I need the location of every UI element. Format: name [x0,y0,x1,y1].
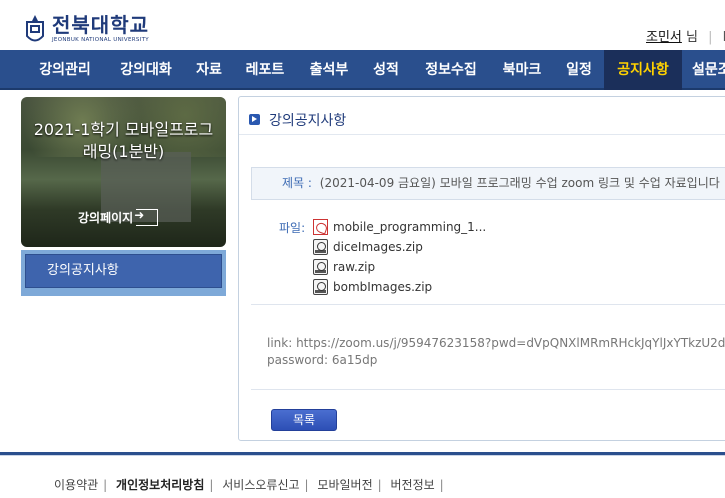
attachment-name: bombImages.zip [333,280,433,294]
footer-separator: | [103,478,108,492]
footer-link-mobile[interactable]: 모바일버전 [317,478,372,492]
zip-icon [313,259,328,275]
divider [251,389,725,390]
side-menu: 강의공지사항 [21,250,226,296]
nav-item-grades[interactable]: 성적 [360,50,412,90]
footer-link-terms[interactable]: 이용약관 [54,478,98,492]
divider [251,304,725,305]
footer-separator: | [439,478,444,492]
subject-label: 제목 : [282,176,312,190]
notice-body: link: https://zoom.us/j/95947623158?pwd=… [267,335,725,369]
attachment-item[interactable]: diceImages.zip [313,237,423,257]
footer-separator: | [209,478,214,492]
user-name-link[interactable]: 조민서 [646,30,682,45]
university-logo[interactable]: 전북대학교 JEONBUK NATIONAL UNIVERSITY [24,14,149,47]
footer-link-version[interactable]: 버전정보 [390,478,434,492]
attachment-name: raw.zip [333,260,376,274]
play-bullet-icon [249,114,260,125]
user-suffix: 님 [686,30,698,45]
footer-separator: | [377,478,382,492]
user-area: 조민서 님 | D [646,26,725,45]
subject-text: (2021-04-09 금요일) 모바일 프로그래밍 수업 zoom 링크 및 … [319,176,720,190]
panel-title: 강의공지사항 [269,113,347,129]
panel-header: 강의공지사항 [239,97,725,135]
nav-item-schedule[interactable]: 일정 [554,50,604,90]
nav-item-materials[interactable]: 자료 [186,50,232,90]
notice-panel: 강의공지사항 제목 : (2021-04-09 금요일) 모바일 프로그래밍 수… [238,96,725,441]
course-title: 2021-1학기 모바일프로그래밍(1분반) [33,120,214,161]
pdf-icon [313,219,328,235]
subject-bar: 제목 : (2021-04-09 금요일) 모바일 프로그래밍 수업 zoom … [251,167,725,200]
nav-item-reports[interactable]: 레포트 [232,50,298,90]
header: 전북대학교 JEONBUK NATIONAL UNIVERSITY 조민서 님 … [0,0,725,50]
university-emblem-icon [24,14,46,47]
zoom-link-text[interactable]: link: https://zoom.us/j/95947623158?pwd=… [267,335,725,352]
password-text: password: 6a15dp [267,353,378,367]
nav-item-attendance[interactable]: 출석부 [298,50,360,90]
attachment-item[interactable]: raw.zip [313,257,375,277]
attachment-name: mobile_programming_1... [333,220,487,234]
side-menu-item-notices[interactable]: 강의공지사항 [25,254,222,288]
files-label: 파일: [279,221,306,235]
course-page-link[interactable]: 강의페이지 [78,208,159,226]
user-separator: | [708,30,713,45]
attachment-name: diceImages.zip [333,240,423,254]
footer-link-privacy[interactable]: 개인정보처리방침 [116,478,204,492]
nav-item-course-manage[interactable]: 강의관리 [24,50,106,90]
course-page-label: 강의페이지 [78,211,134,225]
nav-item-notices[interactable]: 공지사항 [604,50,682,90]
attachment-item[interactable]: bombImages.zip [313,277,432,297]
footer-link-error-report[interactable]: 서비스오류신고 [222,478,299,492]
main-nav: 강의관리 강의대화 자료 레포트 출석부 성적 정보수집 북마크 일정 공지사항… [0,50,725,90]
zip-icon [313,279,328,295]
nav-item-course-chat[interactable]: 강의대화 [106,50,186,90]
nav-item-bookmark[interactable]: 북마크 [490,50,554,90]
list-button[interactable]: 목록 [271,409,337,431]
attachment-item[interactable]: mobile_programming_1... [313,217,486,237]
nav-item-info-collect[interactable]: 정보수집 [412,50,490,90]
footer-separator: | [304,478,309,492]
nav-item-survey[interactable]: 설문조 [682,50,725,90]
logo-subtext: JEONBUK NATIONAL UNIVERSITY [52,37,149,43]
footer-border-light [0,455,725,456]
logo-text: 전북대학교 [52,13,149,37]
enter-arrow-icon [134,208,159,226]
footer: 이용약관 | 개인정보처리방침 | 서비스오류신고 | 모바일버전 | 버전정보 | [54,476,449,493]
zip-icon [313,239,328,255]
